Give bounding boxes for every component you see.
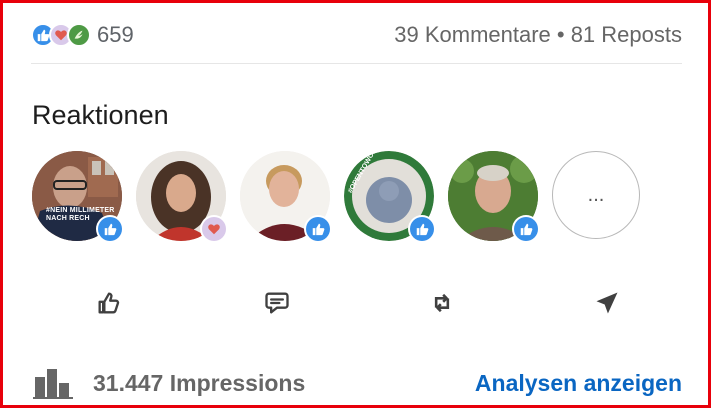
like-badge xyxy=(304,215,332,243)
reactor-avatar[interactable] xyxy=(240,151,332,243)
bar-chart-icon xyxy=(33,369,73,399)
reaction-icons-stack xyxy=(31,23,91,47)
reactors-list: #NEIN MILLIMETER NACH RECH #OPENTOWORK .… xyxy=(32,151,656,243)
impressions-row: 31.447 Impressions Analysen anzeigen xyxy=(33,365,682,401)
comment-icon xyxy=(265,292,289,314)
like-icon xyxy=(514,217,538,241)
like-icon xyxy=(410,217,434,241)
send-icon xyxy=(596,292,618,314)
divider xyxy=(31,63,682,64)
more-label: ... xyxy=(552,151,640,239)
like-badge xyxy=(96,215,124,243)
social-counts-row: 659 39 Kommentare • 81 Reposts xyxy=(31,17,682,53)
reactor-avatar[interactable]: #OPENTOWORK xyxy=(344,151,436,243)
impressions-count: 31.447 Impressions xyxy=(93,369,306,396)
love-icon xyxy=(202,217,226,241)
repost-button[interactable] xyxy=(422,285,462,321)
reactor-avatar[interactable] xyxy=(448,151,540,243)
reactor-avatar[interactable] xyxy=(136,151,228,243)
love-badge xyxy=(200,215,228,243)
like-badge xyxy=(408,215,436,243)
view-analytics-link[interactable]: Analysen anzeigen xyxy=(475,370,682,397)
support-icon xyxy=(67,23,91,47)
like-icon xyxy=(306,217,330,241)
comments-reposts-count[interactable]: 39 Kommentare • 81 Reposts xyxy=(394,22,682,48)
reactions-summary[interactable]: 659 xyxy=(31,22,134,48)
like-button[interactable] xyxy=(89,285,129,321)
impressions-summary: 31.447 Impressions xyxy=(33,367,305,399)
actions-bar xyxy=(3,285,708,321)
send-button[interactable] xyxy=(587,285,627,321)
comment-button[interactable] xyxy=(257,285,297,321)
like-badge xyxy=(512,215,540,243)
repost-icon xyxy=(434,293,450,313)
reactor-avatar[interactable]: #NEIN MILLIMETER NACH RECH xyxy=(32,151,124,243)
reaction-count: 659 xyxy=(97,22,134,47)
like-icon xyxy=(98,217,122,241)
post-stats-card: 659 39 Kommentare • 81 Reposts Reaktione… xyxy=(0,0,711,408)
more-reactors-button[interactable]: ... xyxy=(552,151,642,241)
reactions-title: Reaktionen xyxy=(32,100,169,130)
thumbs-up-icon xyxy=(98,292,120,314)
